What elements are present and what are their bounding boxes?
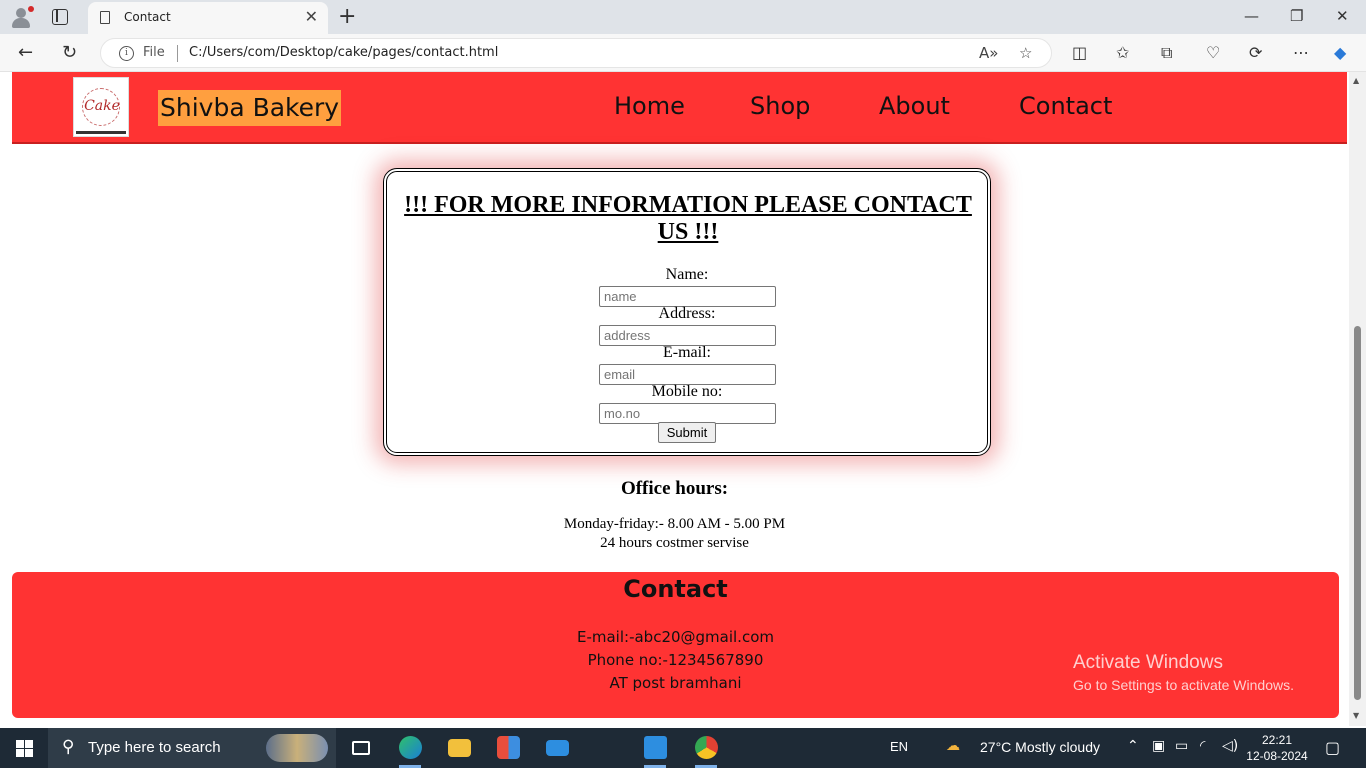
taskbar-clock[interactable]: 22:21 12-08-2024 — [1244, 732, 1310, 764]
weather-text[interactable]: 27°C Mostly cloudy — [980, 739, 1100, 755]
address-label: Address: — [658, 305, 716, 322]
page-viewport: Cake Shivba Bakery Home Shop About Conta… — [0, 72, 1349, 726]
more-menu-icon[interactable]: ⋯ — [1293, 43, 1309, 62]
profile-icon[interactable] — [10, 6, 34, 28]
volume-icon[interactable]: ◁) — [1222, 738, 1238, 754]
battery-icon[interactable]: ▭ — [1175, 738, 1188, 754]
email-field[interactable] — [599, 364, 776, 385]
name-label: Name: — [665, 266, 709, 283]
minimize-icon[interactable]: — — [1244, 7, 1259, 25]
clock-time: 22:21 — [1261, 733, 1293, 747]
show-hidden-icons-icon[interactable]: ⌃ — [1127, 738, 1139, 754]
contact-form: !!! FOR MORE INFORMATION PLEASE CONTACT … — [383, 168, 991, 456]
windows-taskbar: ⚲ Type here to search EN ☁ 27°C Mostly c… — [0, 728, 1366, 768]
activate-windows-subtitle: Go to Settings to activate Windows. — [1073, 677, 1294, 693]
bakery-logo[interactable]: Cake — [73, 77, 129, 137]
address-field[interactable] — [599, 325, 776, 346]
file-label: File — [143, 45, 165, 60]
mobile-label: Mobile no: — [651, 383, 723, 400]
page-scrollbar[interactable]: ▲ ▼ — [1349, 72, 1366, 726]
close-window-icon[interactable]: ✕ — [1336, 7, 1349, 25]
mobile-field[interactable] — [599, 403, 776, 424]
clock-date: 12-08-2024 — [1246, 749, 1308, 763]
task-view-icon[interactable] — [338, 728, 384, 768]
browser-address-bar: ← ↻ i File C:/Users/com/Desktop/cake/pag… — [0, 34, 1366, 72]
brand-name: Shivba Bakery — [158, 90, 342, 126]
new-tab-icon[interactable]: + — [338, 4, 356, 29]
page-icon — [100, 11, 110, 24]
scroll-down-icon[interactable]: ▼ — [1353, 711, 1359, 720]
browser-tab-bar: Contact ✕ + — ❐ ✕ — [0, 0, 1366, 34]
split-screen-icon[interactable]: ◫ — [1072, 43, 1087, 62]
customer-service-text: 24 hours costmer servise — [600, 535, 749, 551]
scrollbar-thumb[interactable] — [1354, 326, 1361, 700]
browser-tab-contact[interactable]: Contact ✕ — [88, 2, 328, 34]
footer-title: Contact — [623, 575, 728, 603]
file-explorer-taskbar-icon[interactable] — [436, 728, 482, 768]
mail-taskbar-icon[interactable] — [534, 728, 580, 768]
submit-button[interactable]: Submit — [658, 422, 716, 443]
vscode-taskbar-icon[interactable] — [632, 728, 678, 768]
nav-home-link[interactable]: Home — [614, 92, 685, 120]
windows-start-icon[interactable] — [16, 740, 33, 757]
site-footer: Contact E-mail:-abc20@gmail.com Phone no… — [12, 572, 1339, 718]
email-label: E-mail: — [663, 344, 711, 361]
store-taskbar-icon[interactable] — [485, 728, 531, 768]
info-icon[interactable]: i — [119, 46, 134, 61]
nav-contact-link[interactable]: Contact — [1019, 92, 1112, 120]
collections-icon[interactable]: ⧉ — [1161, 43, 1172, 63]
restore-icon[interactable]: ❐ — [1290, 7, 1303, 25]
office-hours-text: Monday-friday:- 8.00 AM - 5.00 PM — [563, 516, 786, 532]
copilot-icon[interactable]: ◆ — [1334, 43, 1346, 62]
url-box[interactable]: i File C:/Users/com/Desktop/cake/pages/c… — [100, 38, 1052, 68]
edge-taskbar-icon[interactable] — [387, 728, 433, 768]
chrome-taskbar-icon[interactable] — [683, 728, 729, 768]
form-heading: !!! FOR MORE INFORMATION PLEASE CONTACT … — [404, 192, 972, 245]
camera-icon[interactable]: ▣ — [1152, 738, 1165, 754]
url-text[interactable]: C:/Users/com/Desktop/cake/pages/contact.… — [189, 45, 498, 60]
search-icon: ⚲ — [62, 737, 75, 757]
office-hours-title: Office hours: — [620, 478, 729, 499]
language-indicator[interactable]: EN — [890, 739, 908, 754]
nav-about-link[interactable]: About — [879, 92, 950, 120]
notifications-icon[interactable]: ▢ — [1325, 738, 1340, 757]
read-aloud-icon[interactable]: A» — [979, 44, 998, 62]
tab-title: Contact — [124, 10, 171, 24]
tab-actions-icon[interactable] — [52, 9, 68, 25]
edge-bar-icon[interactable]: ⟳ — [1249, 43, 1262, 62]
favorites-icon[interactable]: ✩ — [1116, 43, 1129, 62]
footer-email: E-mail:-abc20@gmail.com — [576, 628, 774, 646]
nav-shop-link[interactable]: Shop — [750, 92, 810, 120]
search-highlight-image — [266, 734, 328, 762]
favorite-star-icon[interactable]: ☆ — [1019, 44, 1032, 62]
activate-windows-title: Activate Windows — [1073, 652, 1223, 673]
weather-icon[interactable]: ☁ — [946, 738, 960, 754]
name-field[interactable] — [599, 286, 776, 307]
site-header: Cake Shivba Bakery Home Shop About Conta… — [12, 72, 1347, 144]
wifi-icon[interactable]: ◜ — [1200, 738, 1205, 754]
scroll-up-icon[interactable]: ▲ — [1353, 76, 1359, 85]
refresh-icon[interactable]: ↻ — [62, 42, 77, 63]
taskbar-search-placeholder: Type here to search — [88, 739, 221, 756]
back-icon[interactable]: ← — [18, 42, 33, 63]
close-tab-icon[interactable]: ✕ — [305, 7, 318, 26]
browser-essentials-icon[interactable]: ♡ — [1206, 43, 1220, 62]
taskbar-search-box[interactable]: ⚲ Type here to search — [48, 728, 336, 768]
